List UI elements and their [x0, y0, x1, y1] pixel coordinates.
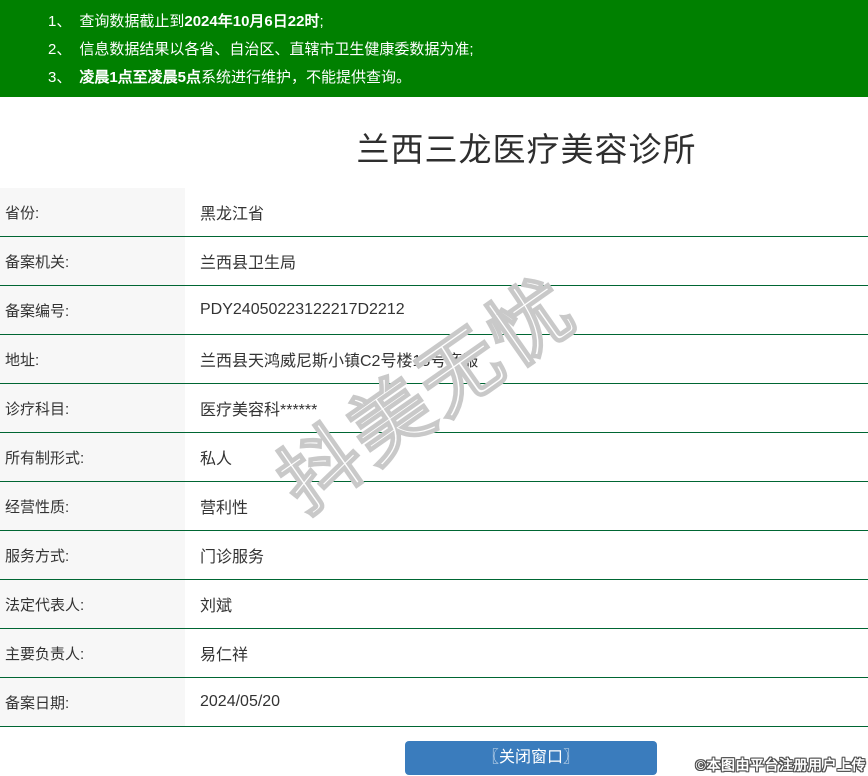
- table-row-province: 省份: 黑龙江省: [0, 188, 868, 237]
- field-label: 地址:: [0, 335, 185, 383]
- field-value: 2024/05/20: [200, 693, 281, 710]
- table-row-service-mode: 服务方式: 门诊服务: [0, 531, 868, 580]
- notice-text-bold: 2024年10月6日22时: [184, 13, 320, 30]
- field-value: 门诊服务: [200, 549, 265, 566]
- notice-text: ;: [319, 13, 324, 30]
- field-label: 省份:: [0, 188, 185, 236]
- record-page: 1、 查询数据截止到2024年10月6日22时; 2、 信息数据结果以各省、自治区、…: [0, 0, 868, 776]
- field-value: 黑龙江省: [200, 206, 265, 223]
- notice-line-1: 1、 查询数据截止到2024年10月6日22时;: [48, 8, 868, 36]
- notice-line-2: 2、 信息数据结果以各省、自治区、直辖市卫生健康委数据为准;: [48, 36, 868, 64]
- table-row-business-nature: 经营性质: 营利性: [0, 482, 868, 531]
- field-label: 主要负责人:: [0, 629, 185, 677]
- table-row-filing-authority: 备案机关: 兰西县卫生局: [0, 237, 868, 286]
- field-label: 经营性质:: [0, 482, 185, 530]
- field-label: 备案机关:: [0, 237, 185, 285]
- table-row-filing-number: 备案编号: PDY24050223122217D2212: [0, 286, 868, 335]
- field-value: 医疗美容科******: [200, 402, 318, 419]
- record-table: 省份: 黑龙江省 备案机关: 兰西县卫生局 备案编号: PDY240502231…: [0, 188, 868, 727]
- notice-text: 系统进行维护，不能提供查询。: [201, 69, 412, 86]
- field-label: 备案日期:: [0, 678, 185, 726]
- field-value: 兰西县卫生局: [200, 255, 297, 272]
- notice-text: 信息数据结果以各省、自治区、直辖市卫生健康委数据为准;: [79, 41, 474, 58]
- copyright-stamp: ©本图由平台注册用户上传: [695, 757, 866, 773]
- table-row-medical-subjects: 诊疗科目: 医疗美容科******: [0, 384, 868, 433]
- field-value: 刘斌: [200, 598, 233, 615]
- field-label: 所有制形式:: [0, 433, 185, 481]
- field-value: 易仁祥: [200, 647, 249, 664]
- table-row-filing-date: 备案日期: 2024/05/20: [0, 678, 868, 727]
- table-row-legal-representative: 法定代表人: 刘斌: [0, 580, 868, 629]
- table-row-address: 地址: 兰西县天鸿威尼斯小镇C2号楼15号商服: [0, 335, 868, 384]
- field-value: 营利性: [200, 500, 249, 517]
- field-label: 服务方式:: [0, 531, 185, 579]
- field-label: 法定代表人:: [0, 580, 185, 628]
- notice-text: 查询数据截止到: [79, 13, 185, 30]
- notice-banner: 1、 查询数据截止到2024年10月6日22时; 2、 信息数据结果以各省、自治区、…: [0, 0, 868, 97]
- field-value: 私人: [200, 451, 233, 468]
- field-label: 诊疗科目:: [0, 384, 185, 432]
- notice-number: 2、: [48, 41, 72, 58]
- field-label: 备案编号:: [0, 286, 185, 334]
- table-row-person-in-charge: 主要负责人: 易仁祥: [0, 629, 868, 678]
- field-value: PDY24050223122217D2212: [200, 301, 405, 318]
- page-title: 兰西三龙医疗美容诊所: [356, 131, 697, 168]
- table-row-ownership-form: 所有制形式: 私人: [0, 433, 868, 482]
- notice-line-3: 3、 凌晨1点至凌晨5点系统进行维护，不能提供查询。: [48, 64, 868, 92]
- notice-number: 3、: [48, 69, 72, 86]
- field-value: 兰西县天鸿威尼斯小镇C2号楼15号商服: [200, 353, 479, 370]
- notice-number: 1、: [48, 13, 72, 30]
- notice-text-bold: 凌晨1点至凌晨5点: [79, 69, 202, 86]
- close-window-button[interactable]: 〖关闭窗口〗: [405, 741, 657, 775]
